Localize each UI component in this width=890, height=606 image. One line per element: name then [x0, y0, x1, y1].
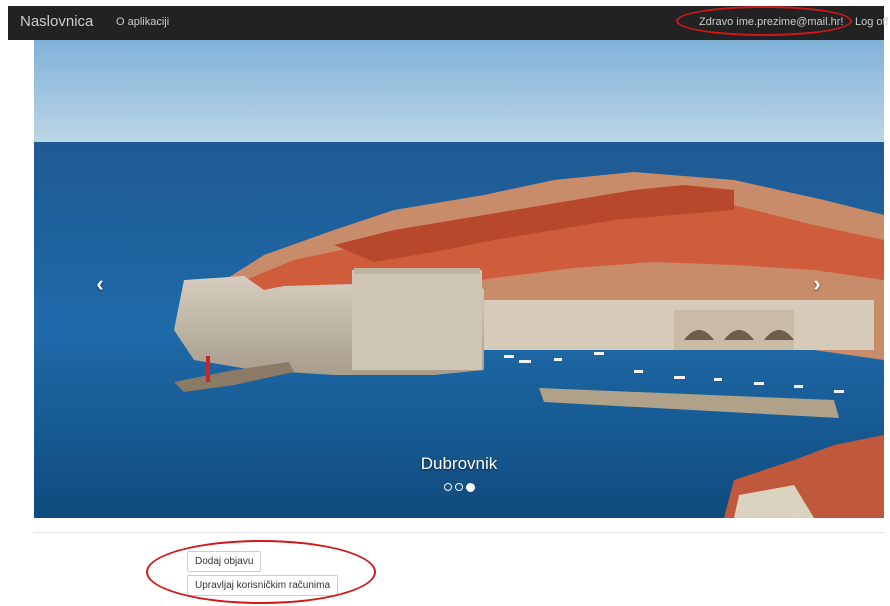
- carousel-indicator-3[interactable]: [465, 482, 475, 492]
- dubrovnik-slide-image: [34, 40, 884, 518]
- top-navbar: Naslovnica O aplikaciji Zdravo ime.prezi…: [8, 6, 888, 40]
- carousel-indicators: [34, 482, 884, 492]
- logoff-link[interactable]: Log off: [855, 16, 888, 28]
- content-divider: [34, 532, 884, 533]
- user-greeting-link[interactable]: Zdravo ime.prezime@mail.hr!: [699, 16, 843, 28]
- carousel-indicator-2[interactable]: [454, 483, 463, 491]
- slide-caption: Dubrovnik: [420, 454, 498, 473]
- manage-accounts-button[interactable]: Upravljaj korisničkim računima: [187, 575, 339, 596]
- carousel-prev-control[interactable]: ‹: [90, 272, 110, 296]
- brand-link[interactable]: Naslovnica: [20, 13, 93, 30]
- about-link[interactable]: O aplikaciji: [116, 16, 169, 28]
- add-post-button[interactable]: Dodaj objavu: [187, 551, 262, 572]
- carousel-next-control[interactable]: ›: [807, 272, 827, 296]
- carousel-indicator-1[interactable]: [443, 483, 452, 491]
- image-carousel: ‹ › Dubrovnik: [34, 40, 884, 518]
